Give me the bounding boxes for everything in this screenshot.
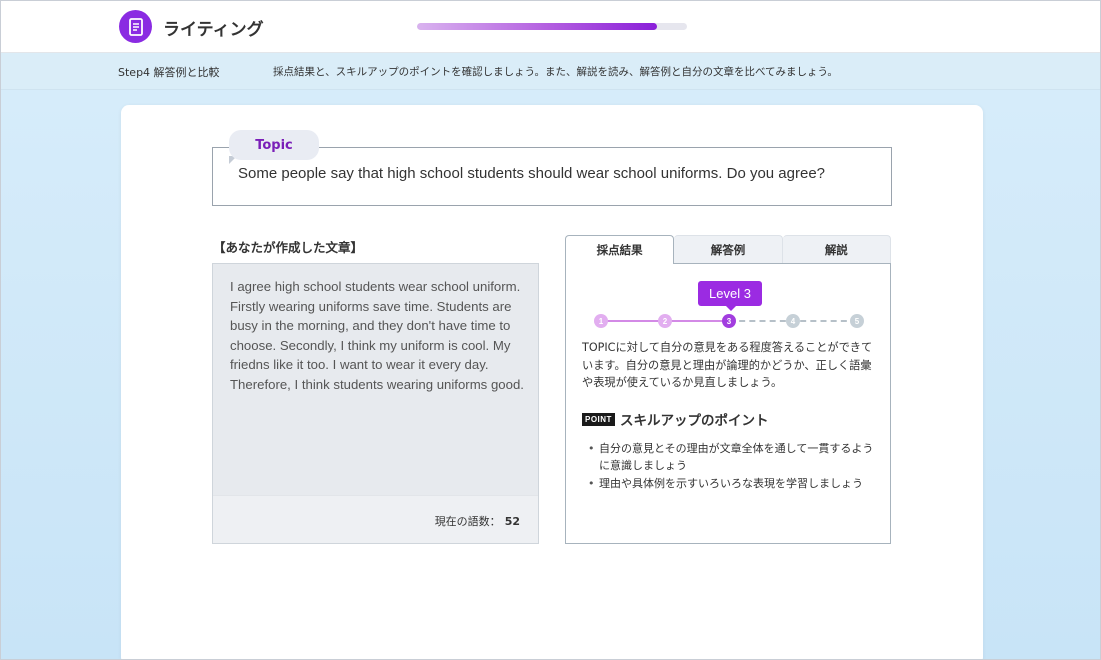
tab-explanation[interactable]: 解説 [782, 235, 891, 263]
scale-dot-5: 5 [850, 314, 864, 328]
scale-dot-3: 3 [722, 314, 736, 328]
word-count-value: 52 [504, 515, 520, 528]
essay-title: 【あなたが作成した文章】 [213, 240, 364, 255]
word-count-label: 現在の語数： [434, 515, 501, 528]
topic-label: Topic [229, 130, 319, 160]
point-badge: POINT [582, 412, 615, 426]
scale-dot-4: 4 [786, 314, 800, 328]
level-scale: 1 2 3 4 5 [594, 313, 864, 329]
progress-fill [417, 23, 658, 30]
progress-bar [417, 23, 687, 30]
app-title: ライティング [163, 20, 264, 40]
essay-box: I agree high school students wear school… [212, 263, 539, 544]
level-badge: Level 3 [698, 281, 762, 311]
essay-text: I agree high school students wear school… [230, 279, 524, 392]
word-count: 現在の語数： 52 [435, 513, 520, 529]
tab-model-answer[interactable]: 解答例 [674, 235, 783, 263]
essay-footer: 現在の語数： 52 [213, 495, 538, 543]
app-window: ライティング Step4 解答例と比較 採点結果と、スキルアップのポイントを確認… [0, 0, 1101, 660]
point-title: スキルアップのポイント [619, 413, 769, 429]
header: ライティング [1, 1, 1100, 53]
skill-point-heading: POINT スキルアップのポイント [582, 409, 768, 429]
point-list: 自分の意見とその理由が文章全体を通して一貫するように意識しましょう 理由や具体例… [588, 440, 878, 493]
step-label: Step4 解答例と比較 [118, 66, 220, 79]
tab-scoring-result[interactable]: 採点結果 [565, 235, 675, 264]
step-bar: Step4 解答例と比較 採点結果と、スキルアップのポイントを確認しましょう。ま… [1, 53, 1100, 90]
result-tabs: 採点結果 解答例 解説 [565, 235, 891, 264]
result-panel: Level 3 1 2 3 4 5 TOPICに対して自分の意見をある程度答える… [565, 263, 891, 544]
list-item: 理由や具体例を示すいろいろな表現を学習しましょう [588, 475, 878, 492]
step-description: 採点結果と、スキルアップのポイントを確認しましょう。また、解説を読み、解答例と自… [273, 66, 838, 78]
scale-dot-2: 2 [658, 314, 672, 328]
list-item: 自分の意見とその理由が文章全体を通して一貫するように意識しましょう [588, 440, 878, 474]
topic-question: Some people say that high school student… [238, 165, 826, 182]
document-icon [119, 10, 152, 43]
result-comment: TOPICに対して自分の意見をある程度答えることができています。自分の意見と理由… [582, 341, 873, 389]
scale-dot-1: 1 [594, 314, 608, 328]
